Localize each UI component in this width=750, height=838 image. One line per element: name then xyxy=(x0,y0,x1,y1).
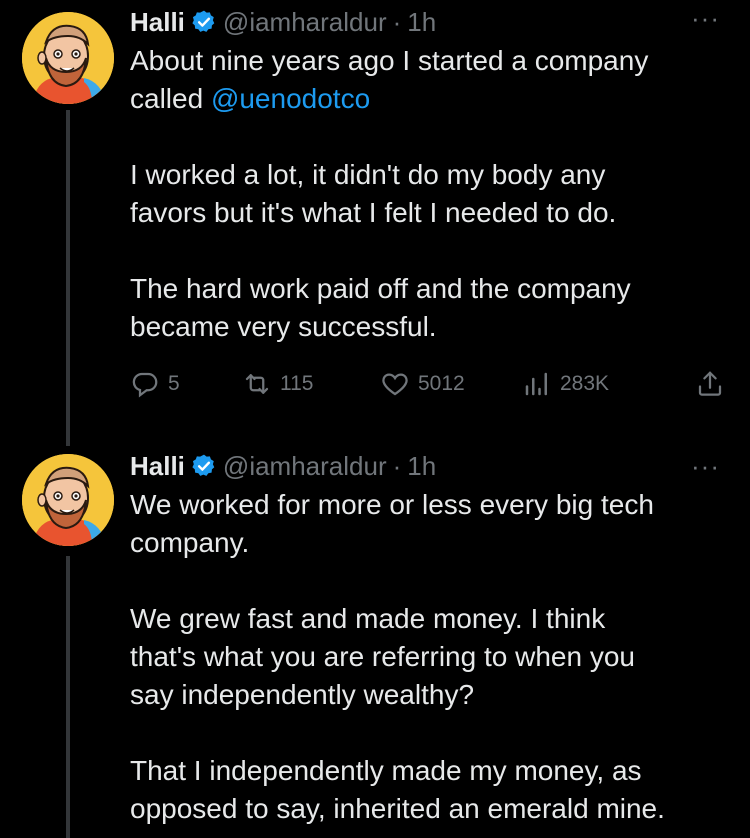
display-name[interactable]: Halli xyxy=(130,7,185,38)
text-segment: called xyxy=(130,83,211,114)
like-count: 5012 xyxy=(418,372,465,395)
text-line: that's what you are referring to when yo… xyxy=(130,641,635,672)
tweet[interactable]: Halli @iamharaldur · 1h ··· We worked fo… xyxy=(0,446,750,838)
views-chart-icon xyxy=(525,372,547,396)
avatar-illustration-icon xyxy=(22,12,114,104)
retweet-icon xyxy=(245,374,269,394)
display-name[interactable]: Halli xyxy=(130,451,185,482)
separator-dot: · xyxy=(392,450,402,481)
text-line: say independently wealthy? xyxy=(130,679,475,710)
more-options-icon[interactable]: ··· xyxy=(691,5,720,31)
handle[interactable]: @iamharaldur xyxy=(223,7,387,38)
reply-count: 5 xyxy=(168,372,180,395)
text-line: About nine years ago I started a company xyxy=(130,45,649,76)
tweet[interactable]: Halli @iamharaldur · 1h ··· About nine y… xyxy=(0,0,750,446)
avatar-illustration-icon xyxy=(22,454,114,546)
avatar[interactable] xyxy=(22,12,114,104)
reply-icon xyxy=(132,372,158,398)
text-line: The hard work paid off and the company xyxy=(130,273,631,304)
text-line: became very successful. xyxy=(130,311,437,342)
text-line: company. xyxy=(130,527,250,558)
mention-link[interactable]: @uenodotco xyxy=(211,83,370,114)
avatar[interactable] xyxy=(22,454,114,546)
text-line: I worked a lot, it didn't do my body any xyxy=(130,159,606,190)
separator-dot: · xyxy=(392,6,402,37)
share-button[interactable] xyxy=(695,369,725,399)
timestamp[interactable]: 1h xyxy=(407,451,436,482)
text-line: favors but it's what I felt I needed to … xyxy=(130,197,617,228)
view-count: 283K xyxy=(560,372,610,395)
views-button[interactable]: 283K xyxy=(522,369,672,399)
reply-button[interactable]: 5 xyxy=(130,369,242,399)
like-button[interactable]: 5012 xyxy=(380,369,522,399)
thread-line xyxy=(66,110,70,446)
verified-badge-icon xyxy=(192,10,215,32)
more-options-icon[interactable]: ··· xyxy=(691,453,720,479)
text-line: We worked for more or less every big tec… xyxy=(130,489,654,520)
text-line: That I independently made my money, as xyxy=(130,755,642,786)
thread-line xyxy=(66,556,70,838)
heart-icon xyxy=(382,373,408,396)
tweet-text: About nine years ago I started a company… xyxy=(130,42,720,346)
text-line: opposed to say, inherited an emerald min… xyxy=(130,793,665,824)
retweet-count: 115 xyxy=(280,372,314,395)
action-bar: 5 115 5012 283K xyxy=(130,364,725,404)
tweet-header: Halli @iamharaldur · 1h xyxy=(130,448,436,484)
text-line: called @uenodotco xyxy=(130,80,720,118)
tweet-header: Halli @iamharaldur · 1h xyxy=(130,4,436,40)
verified-badge-icon xyxy=(192,454,215,476)
tweet-text: We worked for more or less every big tec… xyxy=(130,486,720,828)
share-icon xyxy=(698,371,722,396)
retweet-button[interactable]: 115 xyxy=(242,369,380,399)
text-line: We grew fast and made money. I think xyxy=(130,603,606,634)
handle[interactable]: @iamharaldur xyxy=(223,451,387,482)
timestamp[interactable]: 1h xyxy=(407,7,436,38)
